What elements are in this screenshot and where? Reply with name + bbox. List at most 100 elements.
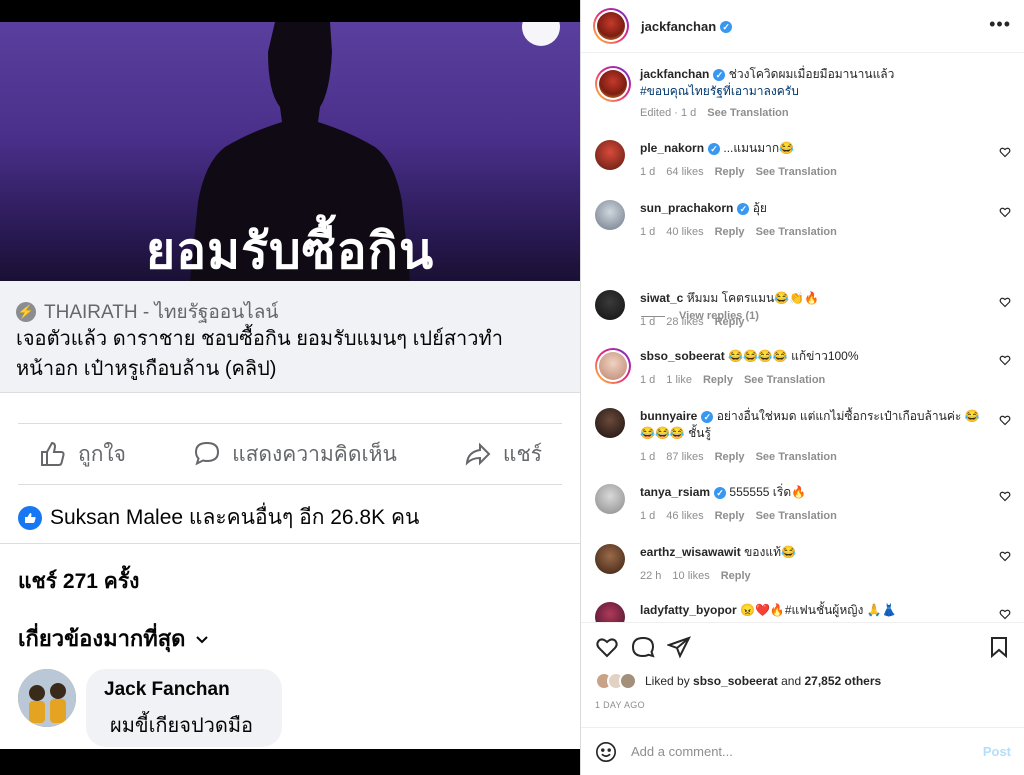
comment-like-heart-icon[interactable]	[999, 608, 1011, 620]
see-translation-link[interactable]: See Translation	[756, 224, 837, 241]
comment-username[interactable]: bunnyaire	[640, 409, 697, 423]
avatar-wrap[interactable]	[595, 544, 625, 574]
comment-row: ladyfatty_byopor 😠❤️🔥#แฟนชั้นผู้หญิง 🙏👗	[595, 602, 1011, 622]
comment-time: 22 h	[640, 570, 662, 582]
comment-row: earthz_wisawawit ของแท้😂 22 h 10 likes Repl…	[595, 544, 1011, 604]
liked-by-text: Liked by sbso_sobeerat and 27,852 others	[645, 674, 882, 688]
avatar-wrap[interactable]	[595, 290, 625, 320]
comment-username[interactable]: ple_nakorn	[640, 141, 704, 155]
like-label: ถูกใจ	[78, 442, 126, 466]
liked-by-others[interactable]: 27,852 others	[804, 674, 881, 688]
post-action-bar: ถูกใจ แสดงความคิดเห็น แชร์	[18, 423, 562, 485]
link-title[interactable]: เจอตัวแล้ว ดาราชาย ชอบซื้อกิน ยอมรับแมนๆ…	[16, 324, 556, 384]
verified-badge-icon: ✓	[737, 202, 750, 215]
avatar[interactable]	[18, 669, 76, 727]
see-translation-link[interactable]: See Translation	[756, 164, 837, 181]
verified-badge-icon: ✓	[701, 410, 714, 423]
see-translation-link[interactable]: See Translation	[744, 372, 825, 389]
avatar-wrap[interactable]	[595, 484, 625, 514]
comment-text: 😂😂😂😂 แก้ข่าว100%	[728, 349, 859, 363]
comment-like-heart-icon[interactable]	[999, 206, 1011, 218]
comment-like-heart-icon[interactable]	[999, 414, 1011, 426]
reactions-text: Suksan Malee และคนอื่นๆ อีก 26.8K คน	[50, 506, 420, 529]
verified-badge-icon: ✓	[713, 68, 726, 81]
comment-username[interactable]: sbso_sobeerat	[640, 349, 725, 363]
comment-likes[interactable]: 10 likes	[672, 568, 709, 585]
reply-button[interactable]: Reply	[721, 568, 751, 585]
share-arrow-icon	[465, 442, 491, 466]
link-preview-card[interactable]: ⚡ THAIRATH - ไทยรัฐออนไลน์ เจอตัวแล้ว ดา…	[0, 281, 580, 393]
caption-hashtag[interactable]: #ขอบคุณไทยรัฐที่เอามาลงครับ	[640, 84, 799, 98]
comment-like-heart-icon[interactable]	[999, 354, 1011, 366]
comment-input[interactable]: Add a comment...	[631, 744, 983, 759]
comment-username[interactable]: sun_prachakorn	[640, 201, 733, 215]
comment-icon[interactable]	[631, 635, 655, 659]
see-translation-link[interactable]: See Translation	[707, 105, 788, 122]
avatar	[595, 200, 625, 230]
more-options-icon[interactable]: •••	[989, 14, 1011, 35]
comment-meta: 1 d 64 likes Reply See Translation	[640, 164, 980, 181]
comment-meta: 22 h 10 likes Reply	[640, 568, 980, 585]
heart-icon[interactable]	[595, 635, 619, 659]
comment-like-heart-icon[interactable]	[999, 146, 1011, 158]
liked-by[interactable]: Liked by sbso_sobeerat and 27,852 others	[595, 672, 881, 690]
comment-author[interactable]: Jack Fanchan	[104, 679, 264, 701]
reply-button[interactable]: Reply	[715, 164, 745, 181]
comment-likes[interactable]: 87 likes	[666, 449, 703, 466]
story-ring[interactable]	[595, 348, 631, 384]
like-button[interactable]: ถูกใจ	[38, 438, 126, 471]
comment-like-heart-icon[interactable]	[999, 550, 1011, 562]
avatar-wrap[interactable]	[595, 200, 625, 230]
comment-username[interactable]: earthz_wisawawit	[640, 545, 741, 559]
caption-username[interactable]: jackfanchan	[640, 67, 709, 81]
comment-likes[interactable]: 1 like	[666, 372, 692, 389]
avatar-wrap[interactable]	[595, 408, 625, 438]
speech-bubble-icon	[195, 441, 220, 466]
comment-likes[interactable]: 64 likes	[666, 164, 703, 181]
liked-by-user[interactable]: sbso_sobeerat	[693, 674, 778, 688]
comment-text: ผมขี้เกียจปวดมือ	[110, 715, 254, 737]
divider	[0, 543, 580, 544]
story-ring[interactable]	[595, 66, 631, 102]
reactions-summary[interactable]: Suksan Malee และคนอื่นๆ อีก 26.8K คน	[18, 501, 419, 534]
story-ring[interactable]	[593, 8, 629, 44]
like-badge-icon	[18, 505, 42, 530]
comment-row: sun_prachakorn ✓ อุ้ย 1 d 40 likes Reply See …	[595, 200, 1011, 260]
header-username[interactable]: jackfanchan ✓	[641, 19, 733, 34]
share-button[interactable]: แชร์	[463, 438, 542, 471]
see-translation-link[interactable]: See Translation	[756, 449, 837, 466]
comment-sort-dropdown[interactable]: เกี่ยวข้องมากที่สุด	[18, 621, 209, 656]
facebook-screenshot: ยอมรับซื้อกิน ⚡ THAIRATH - ไทยรัฐออนไลน์…	[0, 0, 580, 775]
reply-button[interactable]: Reply	[715, 449, 745, 466]
comment-username[interactable]: siwat_c	[640, 291, 683, 305]
comment-username[interactable]: tanya_rsiam	[640, 485, 710, 499]
comment-likes[interactable]: 46 likes	[666, 508, 703, 525]
share-label: แชร์	[502, 442, 542, 466]
reply-button[interactable]: Reply	[703, 372, 733, 389]
divider	[641, 315, 665, 317]
avatar	[595, 290, 625, 320]
avatar-wrap[interactable]	[595, 140, 625, 170]
comment-username[interactable]: ladyfatty_byopor	[640, 603, 737, 617]
share-icon[interactable]	[667, 635, 691, 659]
comment-text: หึมมม โคตรแมน😂👏🔥	[686, 291, 820, 305]
reply-button[interactable]: Reply	[715, 508, 745, 525]
see-translation-link[interactable]: See Translation	[756, 508, 837, 525]
post-image: ยอมรับซื้อกิน	[0, 22, 580, 281]
comment-meta: 1 d 1 like Reply See Translation	[640, 372, 980, 389]
view-replies-button[interactable]: View replies (1)	[641, 310, 759, 322]
sort-label: เกี่ยวข้องมากที่สุด	[18, 626, 186, 651]
comment-like-heart-icon[interactable]	[999, 296, 1011, 308]
emoji-icon[interactable]	[595, 741, 617, 763]
avatar	[595, 544, 625, 574]
comment-like-heart-icon[interactable]	[999, 490, 1011, 502]
comment-button[interactable]: แสดงความคิดเห็น	[192, 438, 397, 471]
post-button[interactable]: Post	[983, 744, 1011, 759]
share-count[interactable]: แชร์ 271 ครั้ง	[18, 565, 139, 598]
bookmark-icon[interactable]	[987, 635, 1011, 659]
reply-button[interactable]: Reply	[715, 224, 745, 241]
image-headline: ยอมรับซื้อกิน	[145, 222, 435, 280]
comment-likes[interactable]: 40 likes	[666, 224, 703, 241]
avatar-wrap[interactable]	[595, 602, 625, 622]
avatar	[599, 70, 627, 98]
